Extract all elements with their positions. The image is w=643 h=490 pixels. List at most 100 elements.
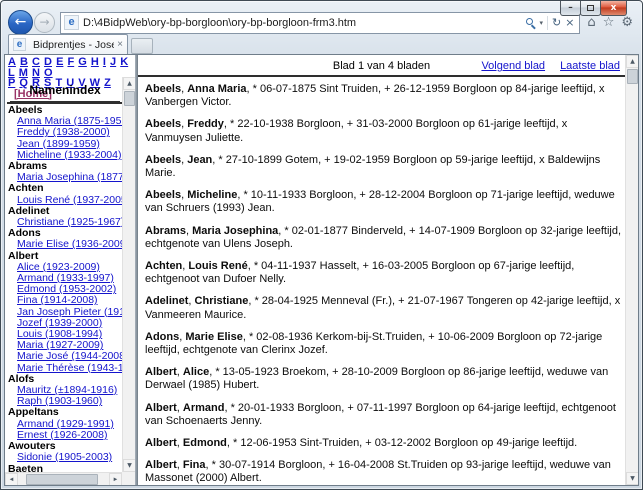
alpha-link-g[interactable]: G — [78, 56, 87, 68]
person-link[interactable]: Louis (1908-1994) — [17, 328, 102, 340]
obituary-entry: Adelinet, Christiane, * 28-04-1925 Menne… — [145, 295, 623, 321]
sidebar-horizontal-scrollbar[interactable]: ◄ ► — [5, 472, 122, 485]
person-link[interactable]: Ernest (1926-2008) — [17, 429, 107, 441]
url-text[interactable]: D:\4BidpWeb\ory-bp-borgloon\ory-bp-borgl… — [83, 17, 526, 29]
scroll-down-icon[interactable]: ▼ — [123, 459, 135, 472]
alpha-link-j[interactable]: J — [110, 56, 116, 68]
name-index-frame: Namenindex AbeelsAnna Maria (1875-1959)F… — [5, 77, 122, 472]
alpha-link-i[interactable]: I — [103, 56, 106, 68]
tools-gear-icon[interactable]: ⚙ — [621, 15, 633, 30]
new-tab-button[interactable] — [131, 38, 153, 54]
back-button[interactable]: ← — [8, 10, 33, 35]
entry-surname: Adelinet — [145, 295, 188, 307]
person-link[interactable]: Edmond (1953-2002) — [17, 283, 116, 295]
alpha-link-e[interactable]: E — [56, 56, 63, 68]
entry-given-name: Micheline — [187, 189, 237, 201]
home-icon[interactable]: ⌂ — [587, 15, 595, 30]
person-link[interactable]: Alice (1923-2009) — [17, 261, 100, 273]
sidebar-hscrollbar-thumb[interactable] — [26, 474, 98, 485]
sidebar-vertical-scrollbar[interactable]: ▲ ▼ — [122, 77, 135, 472]
person-item: Marie Elise (1936-2009) — [8, 239, 122, 250]
obituary-entry: Albert, Alice, * 13-05-1923 Broekom, + 2… — [145, 366, 623, 392]
obituary-entry: Abeels, Anna Maria, * 06-07-1875 Sint Tr… — [145, 83, 623, 109]
alpha-link-h[interactable]: H — [91, 56, 99, 68]
entry-surname: Abeels — [145, 189, 181, 201]
person-link[interactable]: Jozef (1939-2000) — [17, 317, 102, 329]
person-link[interactable]: Marie Thérèse (1943-1977) — [17, 362, 122, 374]
search-dropdown-icon[interactable]: ▾ — [539, 19, 543, 27]
refresh-icon[interactable]: ↻ — [552, 17, 561, 28]
favorites-star-icon[interactable]: ☆ — [603, 15, 615, 30]
person-link[interactable]: Armand (1933-1997) — [17, 272, 114, 284]
obituary-entry: Abeels, Micheline, * 10-11-1933 Borgloon… — [145, 189, 623, 215]
person-link[interactable]: Jean (1899-1959) — [17, 138, 100, 150]
entry-surname: Abrams — [145, 225, 186, 237]
person-link[interactable]: Mauritz (±1894-1916) — [17, 384, 117, 396]
name-index-rule — [10, 101, 120, 103]
person-link[interactable]: Freddy (1938-2000) — [17, 126, 110, 138]
person-link[interactable]: Christiane (1925-1967) — [17, 216, 122, 228]
obituary-entry: Abrams, Maria Josephina, * 02-01-1877 Bi… — [145, 225, 623, 251]
person-link[interactable]: Jan Joseph Pieter (1911-1969) — [17, 306, 122, 318]
entry-given-name: Fina — [183, 459, 206, 471]
main-vertical-scrollbar[interactable]: ▲ ▼ — [625, 55, 638, 485]
entry-surname: Abeels — [145, 118, 181, 130]
entry-given-name: Maria Josephina — [192, 225, 278, 237]
person-link[interactable]: Marie José (1944-2008) — [17, 350, 122, 362]
person-link[interactable]: Louis René (1937-2005) — [17, 194, 122, 206]
person-link[interactable]: Marie Elise (1936-2009) — [17, 238, 122, 250]
nav-link-volgend-blad[interactable]: Volgend blad — [481, 60, 545, 72]
entry-given-name: Edmond — [183, 437, 227, 449]
window-caption-buttons: – x — [561, 1, 627, 16]
stop-icon[interactable]: × — [565, 17, 574, 28]
maximize-button[interactable] — [580, 1, 601, 16]
scroll-down-icon[interactable]: ▼ — [626, 472, 638, 485]
search-icon[interactable] — [526, 18, 535, 27]
forward-icon: → — [39, 15, 49, 29]
obituary-entry: Achten, Louis René, * 04-11-1937 Hasselt… — [145, 260, 623, 286]
person-link[interactable]: Raph (1903-1960) — [17, 395, 102, 407]
scroll-up-icon[interactable]: ▲ — [626, 55, 638, 68]
scroll-right-icon[interactable]: ► — [109, 473, 122, 485]
tab-favicon: e — [13, 38, 26, 51]
entry-surname: Albert — [145, 437, 177, 449]
entry-surname: Albert — [145, 366, 177, 378]
address-bar-icons: ▾ ↻ × — [526, 16, 576, 30]
person-link[interactable]: Anna Maria (1875-1959) — [17, 115, 122, 127]
entry-given-name: Jean — [187, 154, 212, 166]
minimize-button[interactable]: – — [560, 1, 581, 16]
tab-bidprentjes[interactable]: e Bidprentjes - Joseph Ory, B... × — [8, 34, 128, 54]
address-bar[interactable]: e D:\4BidpWeb\ory-bp-borgloon\ory-bp-bor… — [60, 12, 580, 34]
tab-close-icon[interactable]: × — [117, 39, 123, 50]
scroll-left-icon[interactable]: ◄ — [5, 473, 18, 485]
tab-bar: e Bidprentjes - Joseph Ory, B... × — [8, 34, 153, 54]
close-button[interactable]: x — [600, 1, 627, 16]
person-link[interactable]: Armand (1929-1991) — [17, 418, 114, 430]
person-link[interactable]: Micheline (1933-2004) — [17, 149, 121, 161]
entry-surname: Abeels — [145, 154, 181, 166]
entry-given-name: Anna Maria — [187, 83, 246, 95]
entries-list: Abeels, Anna Maria, * 06-07-1875 Sint Tr… — [138, 80, 625, 485]
name-index-list: AbeelsAnna Maria (1875-1959)Freddy (1938… — [8, 105, 122, 472]
scroll-up-icon[interactable]: ▲ — [123, 77, 135, 90]
page-favicon: e — [64, 15, 79, 30]
obituary-entry: Albert, Armand, * 20-01-1933 Borgloon, +… — [145, 402, 623, 428]
alpha-link-f[interactable]: F — [67, 56, 74, 68]
person-link[interactable]: Maria (1927-2009) — [17, 339, 103, 351]
sidebar-scrollbar-thumb[interactable] — [124, 91, 135, 106]
person-link[interactable]: Maria Josephina (1877-1909) — [17, 171, 122, 183]
forward-button[interactable]: → — [34, 12, 55, 33]
alpha-link-k[interactable]: K — [120, 56, 128, 68]
person-link[interactable]: Sidonie (1905-2003) — [17, 451, 112, 463]
obituary-entry: Abeels, Jean, * 27-10-1899 Gotem, + 19-0… — [145, 154, 623, 180]
obituary-entry: Albert, Edmond, * 12-06-1953 Sint-Truide… — [145, 437, 623, 450]
entry-given-name: Christiane — [195, 295, 249, 307]
page-navigation-header: Blad 1 van 4 bladen Volgend bladLaatste … — [138, 55, 638, 75]
main-scrollbar-thumb[interactable] — [627, 69, 638, 84]
entry-surname: Achten — [145, 260, 182, 272]
nav-link-laatste-blad[interactable]: Laatste blad — [560, 60, 620, 72]
entry-given-name: Freddy — [187, 118, 224, 130]
person-link[interactable]: Fina (1914-2008) — [17, 294, 98, 306]
back-icon: ← — [15, 14, 27, 30]
obituary-entry: Albert, Fina, * 30-07-1914 Borgloon, + 1… — [145, 459, 623, 485]
